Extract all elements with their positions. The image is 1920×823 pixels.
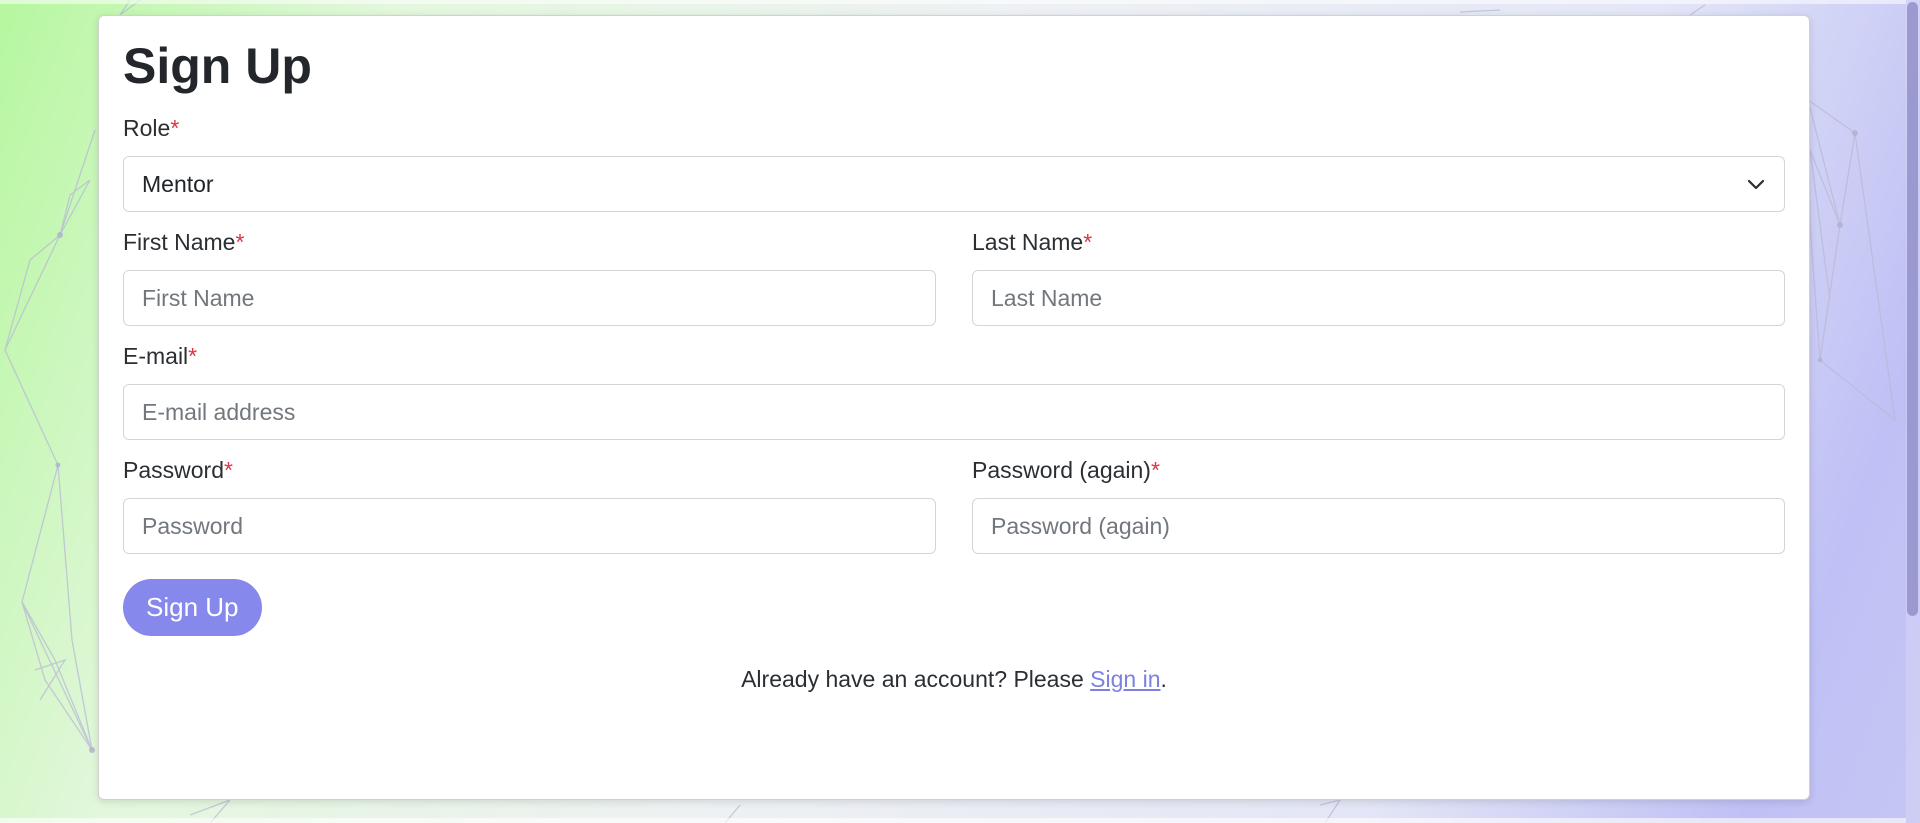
password-row: Password* Password Password (again)* Pas…	[123, 440, 1785, 554]
first-name-placeholder: First Name	[142, 284, 255, 311]
email-input[interactable]: E-mail address	[123, 384, 1785, 440]
last-name-input[interactable]: Last Name	[972, 270, 1785, 326]
password-again-placeholder: Password (again)	[991, 512, 1170, 539]
first-name-label: First Name*	[123, 229, 245, 255]
first-name-input[interactable]: First Name	[123, 270, 936, 326]
last-name-field: Last Name* Last Name	[972, 212, 1785, 326]
email-field: E-mail* E-mail address	[123, 342, 1785, 440]
role-field: Role* Mentor	[123, 114, 1785, 212]
required-marker: *	[223, 457, 233, 483]
sign-up-button[interactable]: Sign Up	[123, 579, 262, 636]
role-label: Role*	[123, 115, 180, 141]
signin-prompt: Already have an account? Please Sign in.	[123, 666, 1785, 693]
password-again-input[interactable]: Password (again)	[972, 498, 1785, 554]
password-placeholder: Password	[142, 512, 243, 539]
required-marker: *	[188, 343, 198, 369]
chevron-down-icon	[1747, 179, 1765, 190]
required-marker: *	[1083, 229, 1093, 255]
email-label: E-mail*	[123, 343, 198, 369]
signup-form: Sign Up Role* Mentor First Name* First N…	[123, 36, 1785, 693]
sign-in-link[interactable]: Sign in	[1090, 666, 1160, 692]
signup-card: Sign Up Role* Mentor First Name* First N…	[98, 15, 1810, 800]
last-name-label: Last Name*	[972, 229, 1093, 255]
bottom-edge-strip	[0, 818, 1906, 823]
last-name-placeholder: Last Name	[991, 284, 1103, 311]
signin-prompt-text: Already have an account? Please	[741, 666, 1091, 692]
name-row: First Name* First Name Last Name* Last N…	[123, 212, 1785, 326]
scrollbar-thumb[interactable]	[1907, 2, 1918, 616]
password-again-field: Password (again)* Password (again)	[972, 440, 1785, 554]
role-select[interactable]: Mentor	[123, 156, 1785, 212]
signin-prompt-suffix: .	[1160, 666, 1167, 692]
email-placeholder: E-mail address	[142, 398, 296, 425]
required-marker: *	[235, 229, 245, 255]
required-marker: *	[1150, 457, 1160, 483]
password-field: Password* Password	[123, 440, 936, 554]
top-edge-strip	[0, 0, 1906, 4]
required-marker: *	[170, 115, 180, 141]
page-title: Sign Up	[123, 38, 312, 94]
password-label: Password*	[123, 457, 233, 483]
role-selected-value: Mentor	[142, 170, 214, 197]
password-input[interactable]: Password	[123, 498, 936, 554]
password-again-label: Password (again)*	[972, 457, 1160, 483]
first-name-field: First Name* First Name	[123, 212, 936, 326]
